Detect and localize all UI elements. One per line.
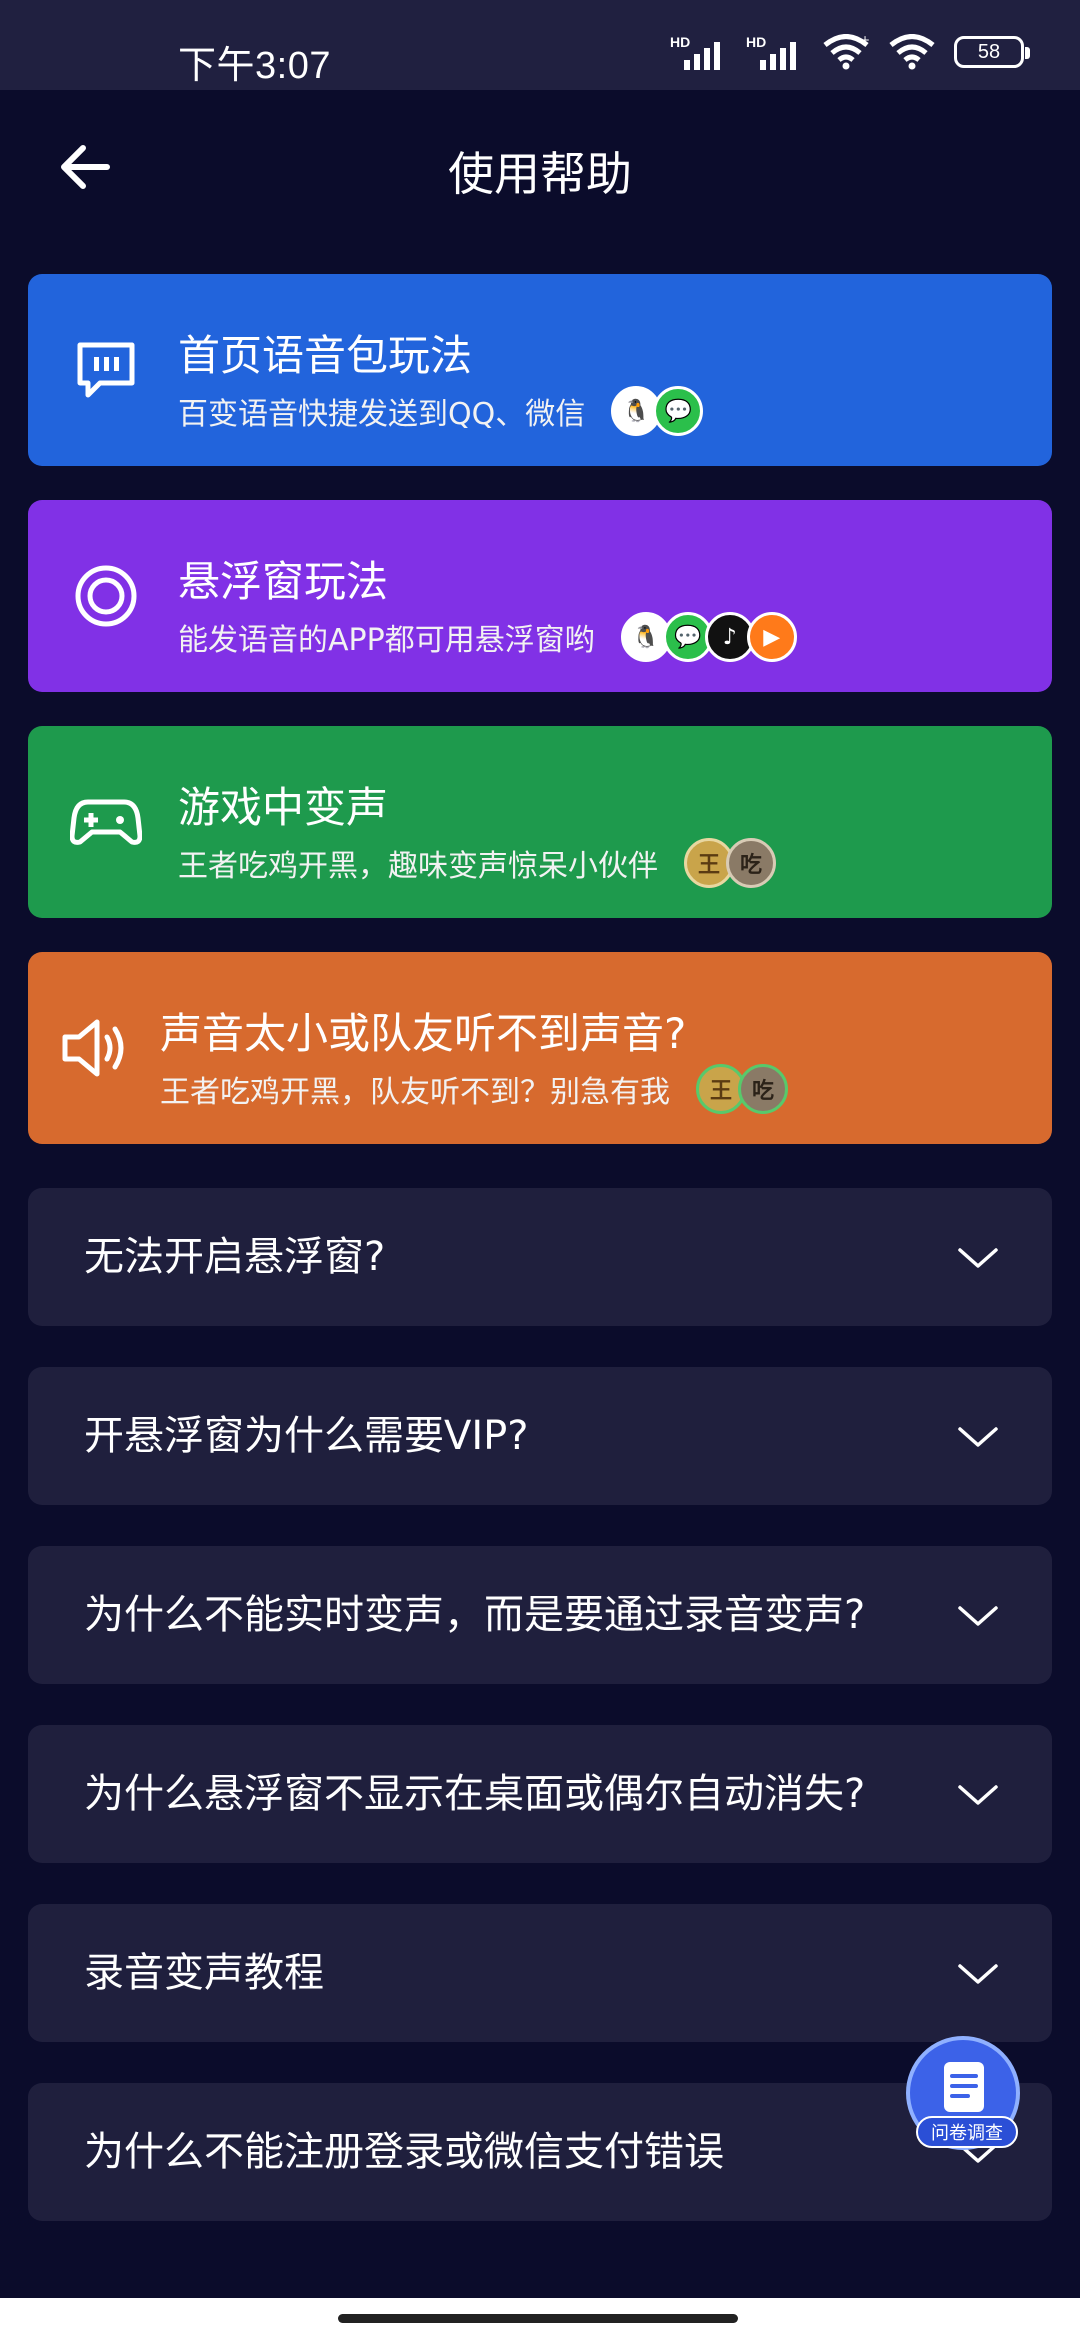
survey-label: 问卷调查 [916,2116,1018,2148]
chevron-down-icon [958,1606,998,1626]
faq-item[interactable]: 开悬浮窗为什么需要VIP? [28,1367,1052,1505]
faq-item[interactable]: 为什么不能注册登录或微信支付错误 [28,2083,1052,2221]
survey-button[interactable]: 问卷调查 [906,2036,1020,2150]
svg-text:+: + [860,34,870,47]
chevron-down-icon [958,1964,998,1984]
card-subtitle: 王者吃鸡开黑，队友听不到？别急有我 [160,1075,670,1110]
speaker-icon [56,1008,136,1088]
faq-question: 录音变声教程 [84,1950,324,1996]
chat-bubble-icon [66,330,146,410]
status-time: 下午3:07 [178,45,331,87]
wifi-icon [889,34,935,70]
card-subtitle: 王者吃鸡开黑，趣味变声惊呆小伙伴 [178,849,658,884]
chevron-down-icon [958,1248,998,1268]
wechat-icon: 💬 [653,386,704,436]
status-bar: 下午3:07 HD HD + 58 [0,0,1080,90]
signal-icon: HD [746,34,804,70]
card-title: 声音太小或队友听不到声音? [160,1009,687,1058]
survey-figure-icon [944,2062,984,2112]
page-title: 使用帮助 [448,147,632,201]
home-indicator[interactable] [338,2314,738,2323]
card-title: 首页语音包玩法 [178,331,473,380]
card-volume-help[interactable]: 声音太小或队友听不到声音? 王者吃鸡开黑，队友听不到？别急有我 王 吃 [28,952,1052,1144]
card-game-voice[interactable]: 游戏中变声 王者吃鸡开黑，趣味变声惊呆小伙伴 王 吃 [28,726,1052,918]
faq-item[interactable]: 无法开启悬浮窗? [28,1188,1052,1326]
card-subtitle: 能发语音的APP都可用悬浮窗哟 [178,623,595,658]
faq-question: 为什么不能实时变声，而是要通过录音变声? [84,1592,866,1638]
gamepad-icon [66,782,146,862]
faq-item[interactable]: 为什么不能实时变声，而是要通过录音变声? [28,1546,1052,1684]
navigation-bar [0,2298,1080,2340]
card-title: 悬浮窗玩法 [178,557,389,606]
faq-question: 无法开启悬浮窗? [84,1234,386,1280]
pubg-icon: 吃 [738,1064,788,1114]
header: 使用帮助 [0,90,1080,240]
pubg-icon: 吃 [726,838,776,888]
wifi-icon: + [823,34,870,70]
signal-icon: HD [670,34,728,70]
faq-item[interactable]: 录音变声教程 [28,1904,1052,2042]
status-icons: HD HD + 58 [670,32,1030,72]
floating-window-icon [66,556,146,636]
chevron-down-icon [958,1785,998,1805]
faq-item[interactable]: 为什么悬浮窗不显示在桌面或偶尔自动消失? [28,1725,1052,1863]
card-voice-pack[interactable]: 首页语音包玩法 百变语音快捷发送到QQ、微信 🐧 💬 [28,274,1052,466]
card-floating-window[interactable]: 悬浮窗玩法 能发语音的APP都可用悬浮窗哟 🐧 💬 ♪ ▶ [28,500,1052,692]
battery-icon: 58 [954,36,1030,68]
faq-question: 开悬浮窗为什么需要VIP? [84,1413,529,1459]
card-title: 游戏中变声 [178,783,389,832]
faq-question: 为什么悬浮窗不显示在桌面或偶尔自动消失? [84,1771,866,1817]
card-subtitle: 百变语音快捷发送到QQ、微信 [178,397,586,432]
kuaishou-icon: ▶ [746,612,797,662]
faq-question: 为什么不能注册登录或微信支付错误 [84,2129,724,2175]
chevron-down-icon [958,1427,998,1447]
